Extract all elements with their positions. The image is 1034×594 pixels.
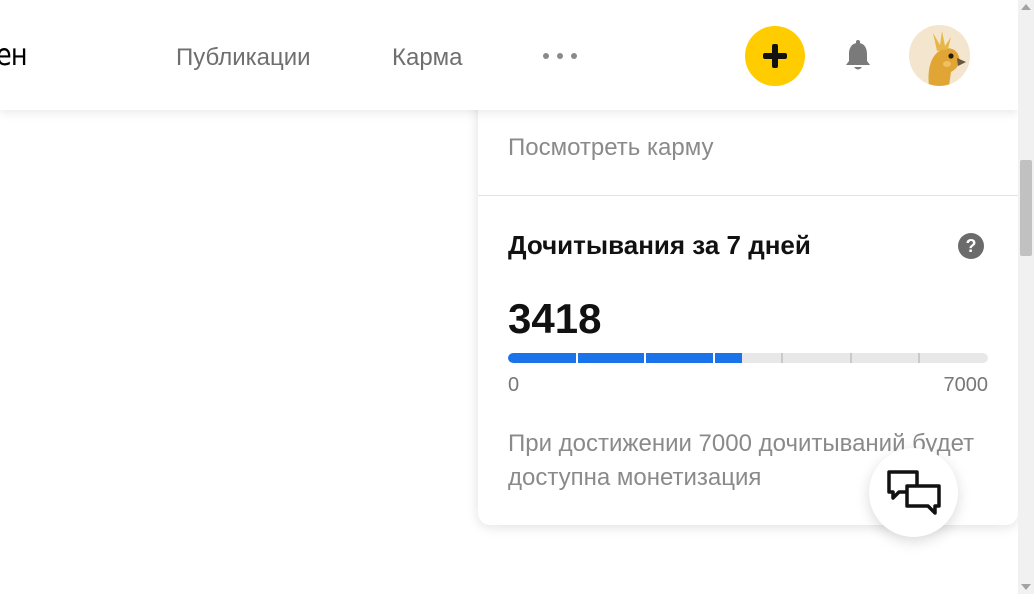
chat-button[interactable] [869, 448, 958, 537]
progress-tick [644, 353, 646, 363]
bird-avatar-icon [909, 25, 970, 86]
progress-tick [781, 353, 783, 363]
vertical-scrollbar[interactable] [1018, 0, 1034, 594]
progress-fill [508, 353, 743, 363]
divider [478, 195, 1018, 196]
stats-title: Дочитывания за 7 дней [508, 230, 811, 260]
progress-min-label: 0 [508, 374, 520, 396]
top-header: ен Публикации Карма [0, 0, 1018, 110]
scroll-thumb[interactable] [1020, 160, 1032, 256]
avatar[interactable] [909, 25, 970, 86]
bell-icon[interactable] [840, 38, 876, 74]
plus-icon [763, 44, 787, 68]
stats-value: 3418 [508, 295, 602, 342]
progress-tick [576, 353, 578, 363]
more-dot [543, 53, 549, 59]
more-dot [571, 53, 577, 59]
progress-bar [508, 353, 988, 363]
scroll-up-arrow[interactable] [1021, 4, 1031, 10]
help-icon[interactable]: ? [958, 233, 984, 259]
more-dot [557, 53, 563, 59]
more-menu-button[interactable] [543, 49, 577, 63]
nav-publications[interactable]: Публикации [176, 44, 311, 72]
scroll-down-arrow[interactable] [1021, 584, 1031, 590]
add-button[interactable] [745, 26, 805, 86]
progress-tick [850, 353, 852, 363]
progress-tick [918, 353, 920, 363]
chat-bubbles-icon [886, 469, 941, 515]
bell-icon-graphic [846, 40, 870, 70]
progress-max-label: 7000 [943, 374, 989, 396]
progress-tick [713, 353, 715, 363]
nav-karma[interactable]: Карма [392, 44, 463, 72]
view-karma-link[interactable]: Посмотреть карму [508, 134, 713, 162]
page: ен Публикации Карма [0, 0, 1034, 594]
logo[interactable]: ен [0, 38, 28, 73]
